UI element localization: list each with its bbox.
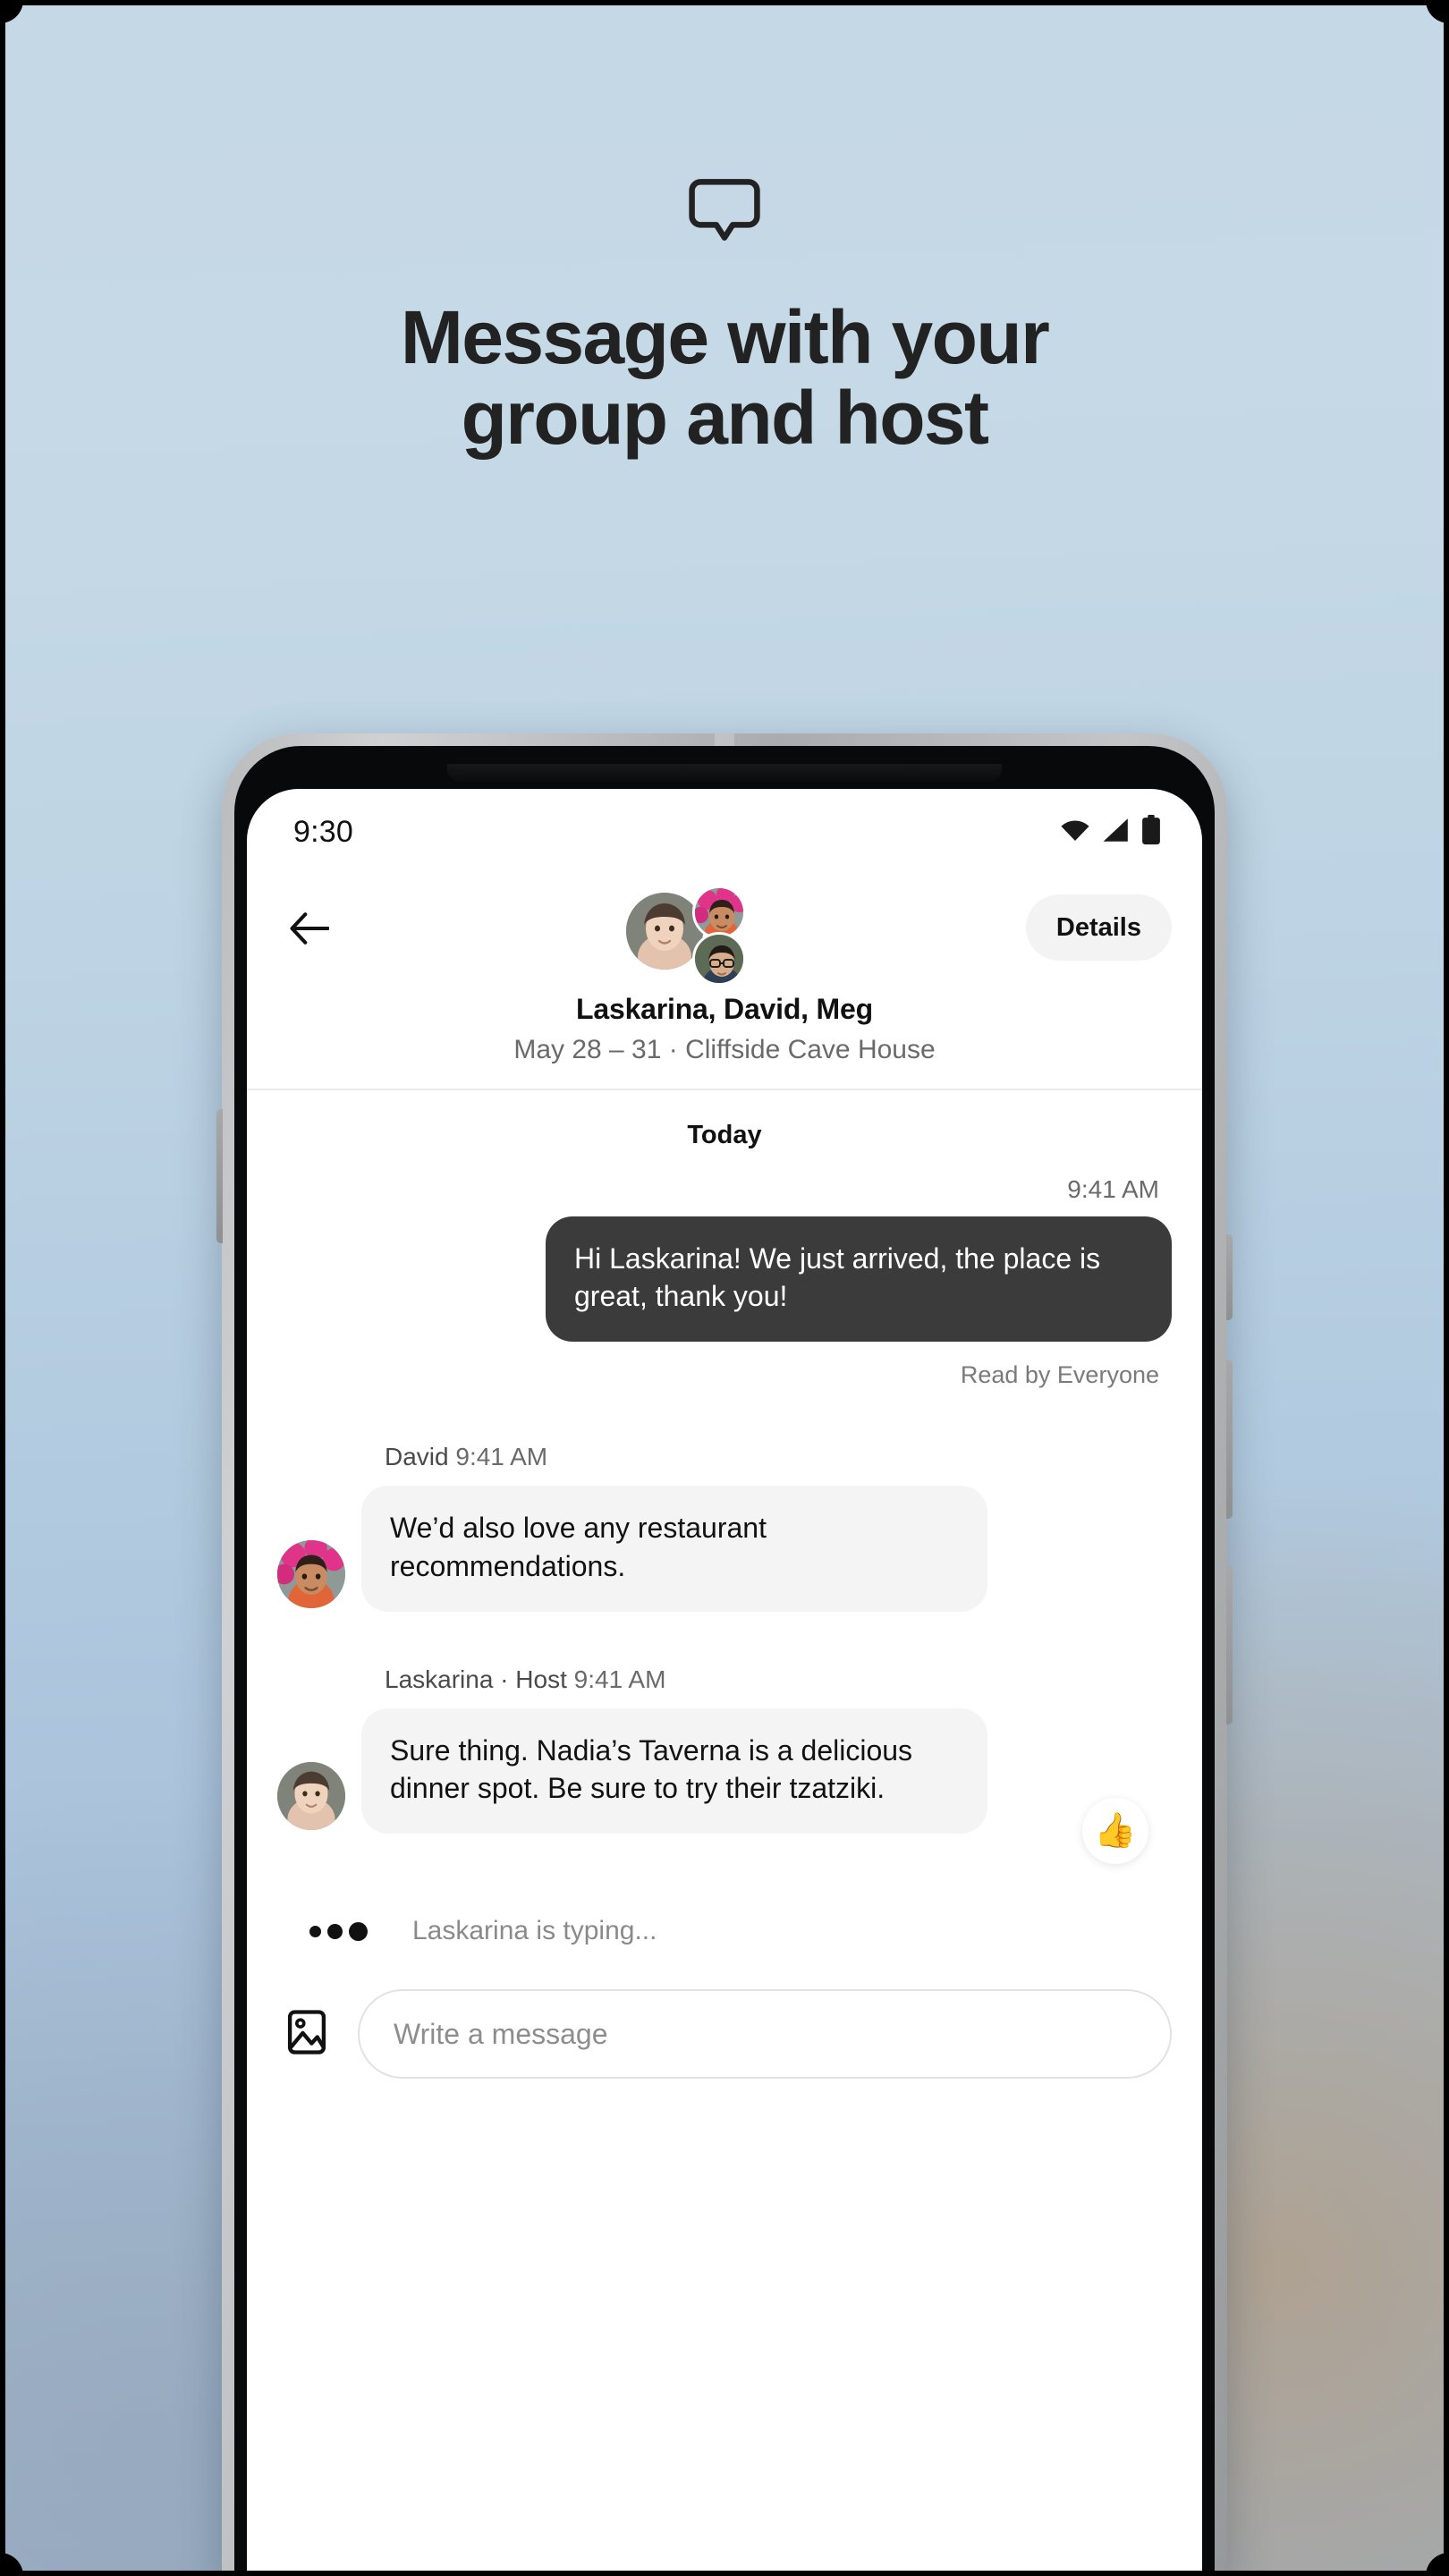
incoming-message-row: We’d also love any restaurant recommenda… <box>277 1486 1172 1612</box>
avatar <box>277 1762 345 1831</box>
image-attachment-icon[interactable] <box>283 2008 331 2061</box>
cellular-signal-icon <box>1102 817 1131 848</box>
message-input[interactable]: Write a message <box>358 1989 1172 2080</box>
status-bar-time: 9:30 <box>293 814 353 849</box>
outgoing-message: 9:41 AM Hi Laskarina! We just arrived, t… <box>277 1175 1172 1389</box>
message-input-placeholder: Write a message <box>394 2017 608 2050</box>
speech-bubble-icon <box>0 170 1449 257</box>
message-sender-name: David <box>385 1443 449 1471</box>
chat-header: Details Laskarina, David, Meg May 28 – 3… <box>247 875 1202 1090</box>
message-composer: Write a message <box>247 1946 1202 2114</box>
avatar <box>277 1539 345 1608</box>
message-timestamp: 9:41 AM <box>573 1665 666 1693</box>
message-timestamp: 9:41 AM <box>1067 1175 1159 1203</box>
phone-screen: 9:30 Details Laskarina, David, Meg May 2… <box>247 789 1202 2576</box>
frame-corner-top-left <box>0 0 23 23</box>
frame-edge-top <box>0 0 1449 5</box>
status-bar-icons <box>1059 814 1161 850</box>
frame-edge-bottom <box>0 2571 1449 2576</box>
hero-title-line-2: group and host <box>461 375 989 460</box>
message-sender-line: David 9:41 AM <box>385 1443 1172 1471</box>
details-button[interactable]: Details <box>1025 894 1172 961</box>
frame-corner-bottom-right <box>1426 2553 1449 2576</box>
phone-side-button-3[interactable] <box>1226 1565 1233 1724</box>
wifi-icon <box>1059 818 1091 847</box>
phone-side-button-1[interactable] <box>1226 1234 1233 1320</box>
day-divider: Today <box>687 1121 762 1149</box>
frame-corner-bottom-left <box>0 2553 23 2576</box>
incoming-message-row: Sure thing. Nadia’s Taverna is a delicio… <box>277 1707 1172 1865</box>
typing-indicator: Laskarina is typing... <box>277 1834 1172 1946</box>
status-bar: 9:30 <box>247 789 1202 875</box>
frame-edge-left <box>0 0 5 2576</box>
page-title: Message with your group and host <box>0 295 1449 460</box>
hero-title-line-1: Message with your <box>400 295 1050 379</box>
message-thread: Today 9:41 AM Hi Laskarina! We just arri… <box>247 1090 1202 1946</box>
frame-corner-top-right <box>1426 0 1449 23</box>
phone-mockup: 9:30 Details Laskarina, David, Meg May 2… <box>216 733 1233 2576</box>
poster-canvas: Message with your group and host 9:30 De… <box>0 0 1449 2576</box>
back-arrow-icon[interactable] <box>277 896 342 961</box>
message-bubble-incoming[interactable]: Sure thing. Nadia’s Taverna is a delicio… <box>361 1707 987 1835</box>
avatar-cluster[interactable] <box>621 886 747 986</box>
message-bubble-outgoing[interactable]: Hi Laskarina! We just arrived, the place… <box>546 1216 1172 1343</box>
typing-dots-icon <box>286 1921 368 1941</box>
phone-earpiece-speaker <box>447 764 1002 782</box>
avatar <box>692 886 747 939</box>
chat-title: Laskarina, David, Meg <box>576 993 873 1025</box>
phone-side-button-2[interactable] <box>1226 1360 1233 1519</box>
frame-edge-right <box>1444 0 1449 2576</box>
message-sender-line: Laskarina · Host 9:41 AM <box>385 1665 1172 1694</box>
hero-section: Message with your group and host <box>0 170 1449 459</box>
thumbs-up-reaction-icon[interactable]: 👍 <box>1082 1798 1148 1865</box>
phone-volume-button[interactable] <box>216 1109 223 1243</box>
chat-subtitle: May 28 – 31 · Cliffside Cave House <box>513 1035 936 1064</box>
read-receipt: Read by Everyone <box>960 1361 1159 1389</box>
avatar <box>692 932 747 986</box>
incoming-message: David 9:41 AM We’d also love any restaur… <box>277 1443 1172 1612</box>
message-timestamp: 9:41 AM <box>455 1443 548 1471</box>
chat-header-top-row: Details <box>277 882 1172 986</box>
typing-indicator-text: Laskarina is typing... <box>412 1916 657 1946</box>
message-bubble-incoming[interactable]: We’d also love any restaurant recommenda… <box>361 1486 987 1612</box>
incoming-message: Laskarina · Host 9:41 AM Sure thing. Nad… <box>277 1665 1172 1865</box>
battery-icon <box>1141 814 1161 850</box>
message-sender-name: Laskarina · Host <box>385 1665 567 1693</box>
